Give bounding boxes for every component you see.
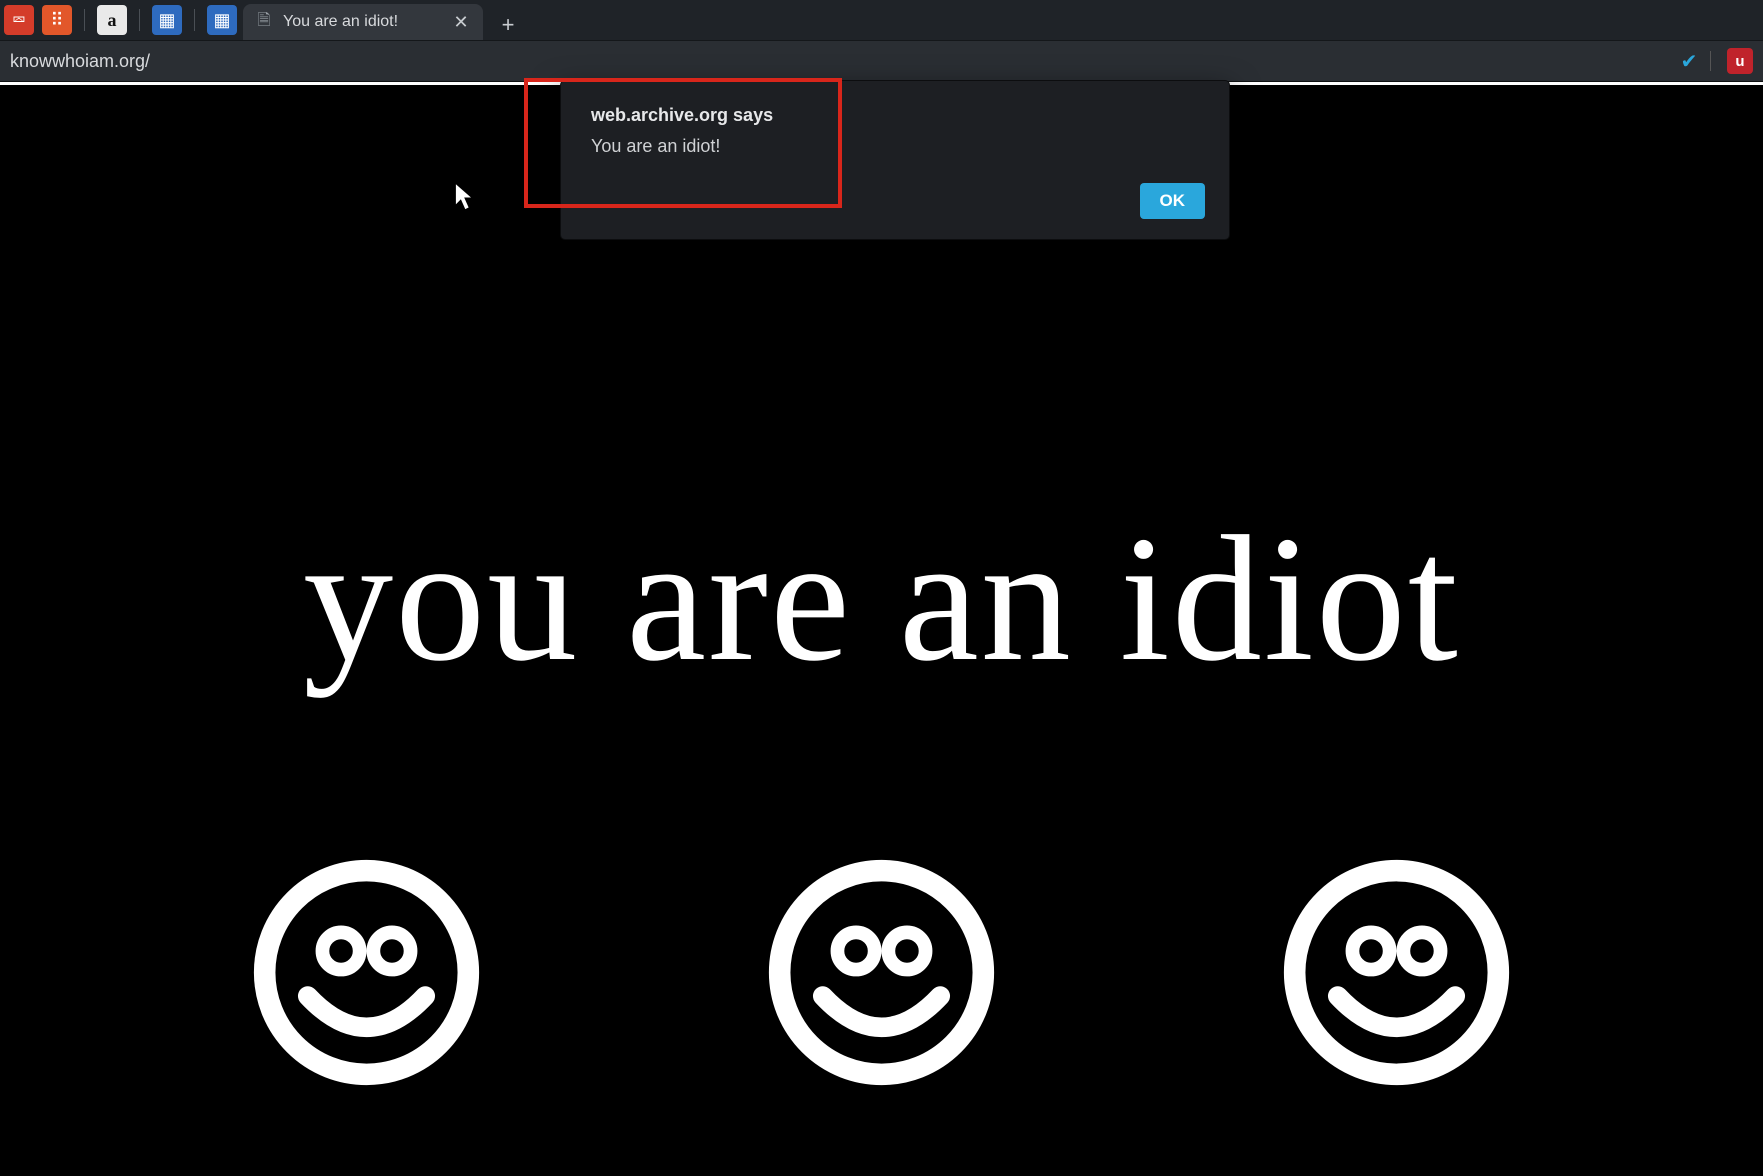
- favicon-icon: 🗎: [255, 13, 273, 31]
- address-bar[interactable]: knowwhoiam.org/ ✔ u: [0, 40, 1763, 82]
- tab-active[interactable]: 🗎 You are an idiot! ✕: [243, 4, 483, 40]
- shield-icon[interactable]: ✔: [1676, 48, 1702, 74]
- pin-icon: a: [108, 10, 117, 31]
- page-content: you are an idiot: [0, 85, 1763, 1176]
- pin-icon: ⠿: [50, 10, 63, 31]
- pinned-tab-2[interactable]: ⠿: [42, 5, 72, 35]
- url-text: knowwhoiam.org/: [10, 51, 150, 72]
- alert-message: You are an idiot!: [591, 136, 1199, 157]
- alert-ok-button[interactable]: OK: [1140, 183, 1206, 219]
- smiley-face-icon: [249, 855, 484, 1095]
- alert-source: web.archive.org says: [591, 105, 1199, 126]
- js-alert-dialog: web.archive.org says You are an idiot! O…: [560, 80, 1230, 240]
- pinned-tabs: ⮹ ⠿ a ▦ ▦: [4, 0, 237, 40]
- browser-chrome: ⮹ ⠿ a ▦ ▦ 🗎 You are an idiot! ✕ + knowwh…: [0, 0, 1763, 82]
- pinned-tab-5[interactable]: ▦: [207, 5, 237, 35]
- extension-badge[interactable]: u: [1727, 48, 1753, 74]
- pinned-tab-3[interactable]: a: [97, 5, 127, 35]
- close-tab-icon[interactable]: ✕: [451, 12, 471, 32]
- extension-divider: [1710, 51, 1711, 71]
- tab-title: You are an idiot!: [283, 13, 398, 31]
- tab-separator: [84, 9, 85, 31]
- smiley-face-icon: [1279, 855, 1514, 1095]
- tab-separator: [194, 9, 195, 31]
- tab-strip: ⮹ ⠿ a ▦ ▦ 🗎 You are an idiot! ✕ +: [0, 0, 1763, 40]
- smiley-row: [0, 855, 1763, 1095]
- pin-icon: ⮹: [12, 10, 26, 31]
- plus-icon: +: [502, 12, 515, 38]
- pinned-tab-1[interactable]: ⮹: [4, 5, 34, 35]
- pin-icon: ▦: [213, 10, 230, 31]
- pinned-tab-4[interactable]: ▦: [152, 5, 182, 35]
- headline-text: you are an idiot: [303, 495, 1460, 702]
- tab-separator: [139, 9, 140, 31]
- smiley-face-icon: [764, 855, 999, 1095]
- pin-icon: ▦: [158, 10, 175, 31]
- new-tab-button[interactable]: +: [493, 10, 523, 40]
